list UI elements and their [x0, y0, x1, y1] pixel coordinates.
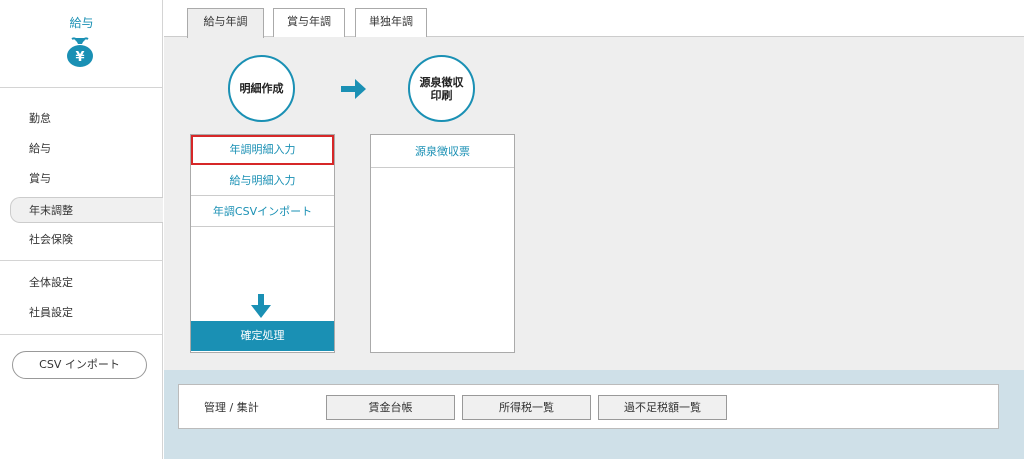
withholding-panel: 源泉徴収票: [370, 134, 515, 353]
income-tax-list-button[interactable]: 所得税一覧: [462, 395, 591, 420]
withholding-slip-link[interactable]: 源泉徴収票: [371, 135, 514, 168]
sidebar-item-employee-settings[interactable]: 社員設定: [10, 300, 163, 326]
sidebar-divider: [0, 260, 163, 261]
tab-bonus-year-end[interactable]: 賞与年調: [273, 8, 345, 37]
sidebar-item-salary[interactable]: 給与: [10, 136, 163, 162]
arrow-right-icon: [341, 79, 366, 99]
step-create-statement-label: 明細作成: [239, 82, 284, 95]
step-print-withholding-line1: 源泉徴収: [419, 75, 464, 89]
sidebar-item-year-end-adjustment[interactable]: 年末調整: [10, 197, 163, 223]
money-bag-icon: ¥: [67, 37, 93, 67]
sidebar-divider: [0, 87, 163, 88]
arrow-down-icon: [251, 294, 271, 318]
sidebar-item-attendance[interactable]: 勤怠: [10, 106, 163, 132]
tab-salary-year-end[interactable]: 給与年調: [187, 8, 264, 38]
csv-import-button[interactable]: CSV インポート: [12, 351, 147, 379]
svg-text:¥: ¥: [75, 50, 84, 65]
confirm-processing-button[interactable]: 確定処理: [191, 321, 334, 351]
year-end-csv-import-link[interactable]: 年調CSVインポート: [191, 197, 334, 227]
tab-standalone-year-end[interactable]: 単独年調: [355, 8, 427, 37]
tax-difference-list-button[interactable]: 過不足税額一覧: [598, 395, 727, 420]
wage-ledger-button[interactable]: 賃金台帳: [326, 395, 455, 420]
sidebar-title: 給与: [69, 16, 94, 30]
sidebar-item-bonus[interactable]: 賞与: [10, 166, 163, 192]
sidebar-divider: [0, 334, 163, 335]
management-label: 管理 / 集計: [204, 401, 259, 414]
sidebar: 給与 ¥ 勤怠 給与 賞与 年末調整 社会保険 全体設定 社員設定 CSV イン…: [0, 0, 163, 459]
salary-statement-input-link[interactable]: 給与明細入力: [191, 166, 334, 196]
sidebar-item-general-settings[interactable]: 全体設定: [10, 270, 163, 296]
step-print-withholding: 源泉徴収 印刷: [408, 55, 475, 122]
step-create-statement: 明細作成: [228, 55, 295, 122]
sidebar-item-social-insurance[interactable]: 社会保険: [10, 227, 163, 253]
step-print-withholding-line2: 印刷: [430, 88, 453, 102]
year-end-statement-input-link[interactable]: 年調明細入力: [191, 135, 334, 165]
